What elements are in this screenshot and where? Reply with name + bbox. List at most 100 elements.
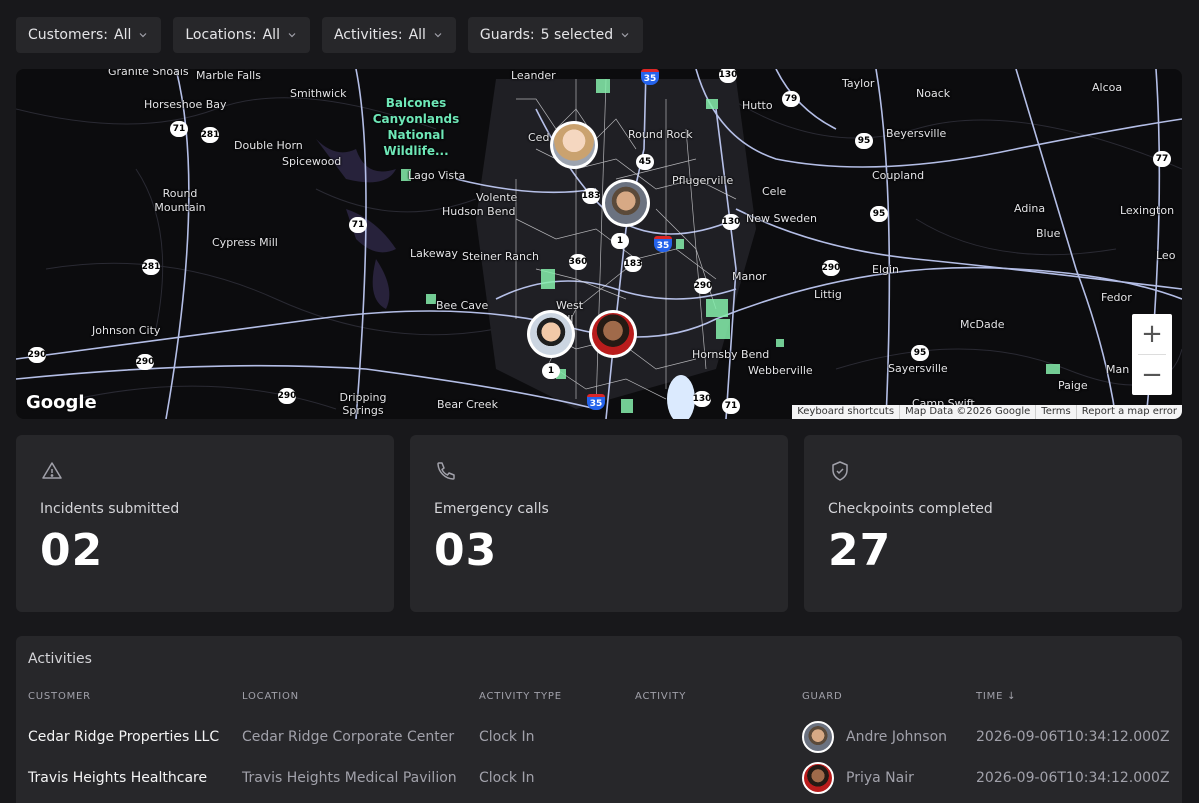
highway-shield: 1 (611, 233, 629, 249)
zoom-control: + − (1132, 314, 1172, 395)
chevron-down-icon (139, 33, 147, 38)
map-label: Manor (732, 270, 767, 283)
map-label: Leo (1156, 249, 1176, 262)
filter-key: Customers: (28, 27, 109, 43)
cell-customer: Cedar Ridge Properties LLC (28, 729, 220, 745)
keyboard-shortcuts-link[interactable]: Keyboard shortcuts (792, 405, 899, 419)
highway-shield: 95 (911, 345, 929, 361)
stat-value: 27 (828, 525, 892, 576)
zoom-out-button[interactable]: − (1132, 355, 1172, 395)
column-header-location[interactable]: LOCATION (242, 691, 299, 702)
guard-avatar (553, 124, 595, 166)
cell-guard: Andre Johnson (802, 717, 947, 757)
map-label: Lexington (1120, 204, 1175, 217)
guard-pin[interactable] (589, 310, 637, 358)
highway-shield: 95 (855, 133, 873, 149)
map-label: Volente (476, 191, 518, 204)
map-roads (16, 69, 1182, 419)
terms-link[interactable]: Terms (1035, 405, 1075, 419)
map-label: New Sweden (746, 212, 817, 225)
map-label: Leander (511, 69, 556, 82)
filter-key: Activities: (333, 27, 403, 43)
highway-shield: 71 (349, 217, 367, 233)
filter-key: Guards: (479, 27, 535, 43)
highway-shield: 1 (542, 363, 560, 379)
report-map-error-link[interactable]: Report a map error (1075, 405, 1182, 419)
map-label: Ced (528, 131, 550, 144)
cell-activity-type: Clock In (479, 729, 535, 745)
map-label: Paige (1058, 379, 1088, 392)
highway-shield: 290 (28, 347, 46, 363)
map-label: McDade (960, 318, 1005, 331)
guard-name: Priya Nair (846, 770, 914, 786)
chevron-down-icon (288, 33, 296, 38)
highway-shield: 130 (722, 214, 740, 230)
map-label: Round Mountain (154, 187, 206, 214)
map-label: Hornsby Bend (692, 348, 770, 361)
map-label: Horseshoe Bay (144, 98, 227, 111)
column-header-activity-type[interactable]: ACTIVITY TYPE (479, 691, 562, 702)
highway-shield: 290 (136, 354, 154, 370)
map-label: Granite Shoals (108, 69, 189, 78)
google-logo: Google (26, 392, 97, 413)
interstate-shield: 35 (654, 236, 672, 252)
map-label: Fedor (1101, 291, 1132, 304)
map-label: Cele (762, 185, 787, 198)
guard-avatar (592, 313, 634, 355)
filter-customers[interactable]: Customers: All (16, 17, 162, 53)
map-label: Hutto (742, 99, 773, 112)
cell-activity-type: Clock In (479, 770, 535, 786)
highway-shield: 77 (1153, 151, 1171, 167)
stat-card-incidents: Incidents submitted 02 (16, 435, 394, 612)
filter-key: Locations: (185, 27, 257, 43)
interstate-shield: 35 (587, 394, 605, 410)
highway-shield: 183 (582, 188, 600, 204)
map-label: Double Horn (234, 139, 303, 152)
phone-icon (437, 462, 455, 480)
filter-locations[interactable]: Locations: All (173, 17, 310, 53)
zoom-in-button[interactable]: + (1132, 314, 1172, 354)
highway-shield: 281 (201, 127, 219, 143)
highway-shield: 290 (694, 278, 712, 294)
guard-pin[interactable] (527, 310, 575, 358)
map-data-text: Map Data ©2026 Google (899, 405, 1035, 419)
cell-location: Travis Heights Medical Pavilion (242, 770, 457, 786)
guard-map[interactable]: Granite Shoals Marble Falls Horseshoe Ba… (16, 69, 1182, 419)
map-label: Pflugerville (672, 174, 734, 187)
interstate-shield: 35 (641, 69, 659, 85)
avatar (802, 721, 834, 753)
table-row[interactable]: Cedar Ridge Properties LLC Cedar Ridge C… (16, 717, 1182, 757)
filter-guards[interactable]: Guards: 5 selected (467, 17, 644, 53)
map-label: Webberville (748, 364, 813, 377)
highway-shield: 290 (278, 388, 296, 404)
filter-activities[interactable]: Activities: All (321, 17, 456, 53)
filter-value: 5 selected (540, 27, 614, 43)
column-header-time[interactable]: TIME ↓ (976, 691, 1016, 702)
map-label: Lakeway (410, 247, 458, 260)
column-header-activity[interactable]: ACTIVITY (635, 691, 686, 702)
map-label: Man (1106, 363, 1130, 376)
filter-bar: Customers: All Locations: All Activities… (16, 17, 644, 53)
guard-name: Andre Johnson (846, 729, 948, 745)
map-attribution: Keyboard shortcuts Map Data ©2026 Google… (792, 405, 1182, 419)
column-header-customer[interactable]: CUSTOMER (28, 691, 91, 702)
park-label: Balcones Canyonlands National Wildlife..… (372, 96, 460, 158)
guard-pin[interactable] (550, 121, 598, 169)
map-label: Bee Cave (436, 299, 489, 312)
map-label: Round Rock (628, 128, 693, 141)
highway-shield: 183 (624, 256, 642, 272)
map-label: Johnson City (92, 324, 161, 337)
map-label: Hudson Bend (442, 205, 516, 218)
guard-pin[interactable] (602, 179, 650, 227)
map-label: Alcoa (1092, 81, 1123, 94)
highway-shield: 360 (569, 254, 587, 270)
stat-card-checkpoints: Checkpoints completed 27 (804, 435, 1182, 612)
highway-shield: 95 (870, 206, 888, 222)
map-label: Dripping Springs (339, 391, 387, 417)
column-header-guard[interactable]: GUARD (802, 691, 843, 702)
map-label: Cypress Mill (212, 236, 278, 249)
table-row[interactable]: Travis Heights Healthcare Travis Heights… (16, 758, 1182, 798)
alert-triangle-icon (42, 462, 62, 479)
highway-shield: 130 (693, 391, 711, 407)
guard-avatar (530, 313, 572, 355)
